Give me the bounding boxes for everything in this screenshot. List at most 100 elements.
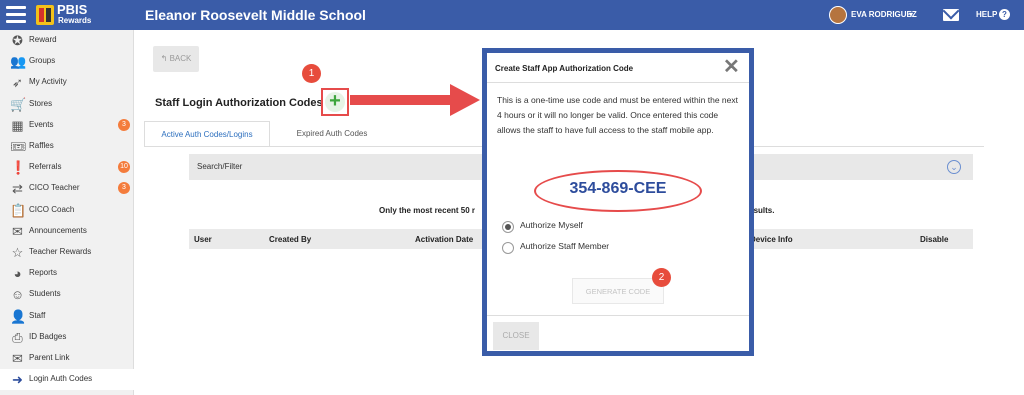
count-badge: 10 — [118, 161, 130, 174]
star-icon: ☆ — [11, 245, 24, 260]
pbis-logo-icon — [36, 5, 54, 25]
modal-footer-divider — [487, 315, 749, 316]
swap-icon: ⇄ — [12, 181, 23, 197]
sidebar-item-label: Teacher Rewards — [29, 247, 92, 256]
top-navbar: PBIS Rewards Eleanor Roosevelt Middle Sc… — [0, 0, 1024, 30]
pie-chart-icon: ◕ — [13, 266, 22, 282]
count-badge: 3 — [118, 118, 130, 131]
chevron-down-icon[interactable]: ⌄ — [947, 160, 961, 174]
col-created-by[interactable]: Created By — [269, 235, 311, 244]
radio-label-authorize-myself[interactable]: Authorize Myself — [520, 220, 583, 230]
person-icon: 👤 — [10, 308, 27, 324]
auth-code: 354-869-CEE — [569, 180, 667, 197]
sidebar-item-label: Announcements — [29, 225, 87, 235]
close-icon[interactable]: ✕ — [723, 57, 740, 77]
envelope-icon: ✉ — [12, 223, 23, 239]
pbis-logo[interactable]: PBIS Rewards — [36, 3, 94, 27]
clipboard-icon: 📋 — [10, 202, 27, 218]
reward-icon: ✪ — [12, 33, 23, 48]
col-activation-date[interactable]: Activation Date — [415, 235, 473, 244]
hamburger-menu-icon[interactable] — [6, 6, 26, 24]
sidebar-item-announcements[interactable]: ✉ Announcements — [0, 221, 134, 242]
sidebar-item-label: Login Auth Codes — [29, 374, 93, 384]
calendar-icon: ▦ — [11, 117, 24, 133]
sidebar-item-stores[interactable]: 🛒 Stores — [0, 94, 134, 115]
tab-expired-auth-codes[interactable]: Expired Auth Codes — [282, 121, 382, 147]
sidebar-item-label: Raffles — [29, 141, 54, 150]
mail-icon[interactable] — [943, 9, 959, 21]
logo-text: PBIS — [57, 2, 88, 17]
login-icon: ➜ — [12, 372, 23, 388]
step-marker-2: 2 — [652, 268, 671, 287]
help-link[interactable]: HELP — [976, 10, 997, 19]
back-button[interactable]: ↰ BACK — [153, 46, 199, 72]
sidebar-item-referrals[interactable]: ❗ Referrals 10 — [0, 157, 134, 178]
col-user[interactable]: User — [194, 235, 212, 244]
sidebar-item-label: Parent Link — [29, 353, 70, 362]
logo-subtext: Rewards — [58, 16, 92, 25]
sidebar-item-label: ID Badges — [29, 331, 67, 341]
annotation-arrow — [350, 95, 456, 105]
modal-title: Create Staff App Authorization Code — [495, 64, 634, 73]
sidebar-item-label: Students — [29, 289, 61, 299]
sidebar-item-cico-teacher[interactable]: ⇄ CICO Teacher 3 — [0, 178, 134, 199]
radio-label-authorize-staff-member[interactable]: Authorize Staff Member — [520, 241, 609, 251]
cart-icon: 🛒 — [10, 96, 27, 112]
sidebar-item-reward[interactable]: ✪ Reward — [0, 30, 134, 51]
alert-icon: ❗ — [10, 160, 27, 176]
col-device-info[interactable]: Device Info — [750, 235, 793, 244]
caret-down-icon[interactable]: ▾ — [909, 10, 913, 19]
plus-icon: + — [325, 91, 345, 112]
sidebar-item-label: Stores — [29, 98, 53, 108]
sidebar-item-label: Referrals — [29, 162, 62, 172]
sidebar-item-label: Staff — [29, 310, 46, 320]
sidebar-item-raffles[interactable]: 🎟 Raffles — [0, 136, 134, 157]
recent-note: Only the most recent 50 r — [379, 206, 476, 215]
student-icon: ☺ — [10, 287, 25, 303]
generate-code-button[interactable]: GENERATE CODE — [572, 278, 664, 304]
sidebar-item-label: Events — [29, 119, 54, 129]
mail-icon: ✉ — [12, 351, 23, 366]
sidebar-item-cico-coach[interactable]: 📋 CICO Coach — [0, 200, 134, 221]
annotation-arrow-head — [450, 84, 480, 116]
auth-code-modal: Create Staff App Authorization Code ✕ Th… — [482, 48, 754, 356]
groups-icon: 👥 — [10, 54, 27, 70]
sidebar-item-label: CICO Teacher — [29, 183, 80, 193]
back-label: BACK — [169, 54, 192, 63]
user-avatar[interactable] — [829, 6, 847, 24]
sidebar-item-students[interactable]: ☺ Students — [0, 284, 134, 305]
sidebar-item-label: Reward — [29, 35, 57, 44]
add-code-button[interactable]: + — [321, 88, 349, 116]
sidebar-item-my-activity[interactable]: ➶ My Activity — [0, 72, 134, 93]
sidebar-item-login-auth-codes[interactable]: ➜ Login Auth Codes — [0, 369, 134, 391]
sidebar-item-staff[interactable]: 👤 Staff — [0, 306, 134, 327]
help-icon[interactable]: ? — [999, 9, 1010, 20]
modal-header: Create Staff App Authorization Code ✕ — [487, 53, 749, 83]
ticket-icon: 🎟 — [10, 139, 27, 154]
col-disable[interactable]: Disable — [920, 235, 948, 244]
sidebar-item-parent-link[interactable]: ✉ Parent Link — [0, 348, 134, 369]
radio-authorize-staff-member[interactable] — [502, 242, 514, 254]
sidebar-item-teacher-rewards[interactable]: ☆ Teacher Rewards — [0, 242, 134, 263]
printer-icon: ⎙ — [12, 329, 23, 345]
tab-active-auth-codes[interactable]: Active Auth Codes/Logins — [144, 121, 270, 147]
modal-description: This is a one-time use code and must be … — [497, 95, 738, 135]
count-badge: 3 — [118, 182, 130, 195]
back-arrow-icon: ↰ — [160, 54, 168, 63]
sidebar-item-id-badges[interactable]: ⎙ ID Badges — [0, 327, 134, 348]
radio-authorize-myself[interactable] — [502, 221, 514, 233]
sidebar-item-label: Reports — [29, 268, 58, 278]
sidebar-item-reports[interactable]: ◕ Reports — [0, 263, 134, 284]
activity-icon: ➶ — [12, 75, 23, 91]
user-menu[interactable]: EVA RODRIGUEZ — [851, 10, 917, 19]
school-name: Eleanor Roosevelt Middle School — [145, 7, 366, 23]
sidebar-item-label: Groups — [29, 56, 56, 66]
sidebar-item-label: My Activity — [29, 77, 67, 87]
sidebar-item-label: CICO Coach — [29, 204, 75, 214]
page-title: Staff Login Authorization Codes — [155, 97, 323, 109]
sidebar: ✪ Reward 👥 Groups ➶ My Activity 🛒 Stores ▦ Events… — [0, 30, 134, 395]
search-filter-label: Search/Filter — [197, 162, 243, 171]
sidebar-item-groups[interactable]: 👥 Groups — [0, 51, 134, 72]
sidebar-item-events[interactable]: ▦ Events 3 — [0, 115, 134, 136]
close-button[interactable]: CLOSE — [493, 322, 539, 350]
